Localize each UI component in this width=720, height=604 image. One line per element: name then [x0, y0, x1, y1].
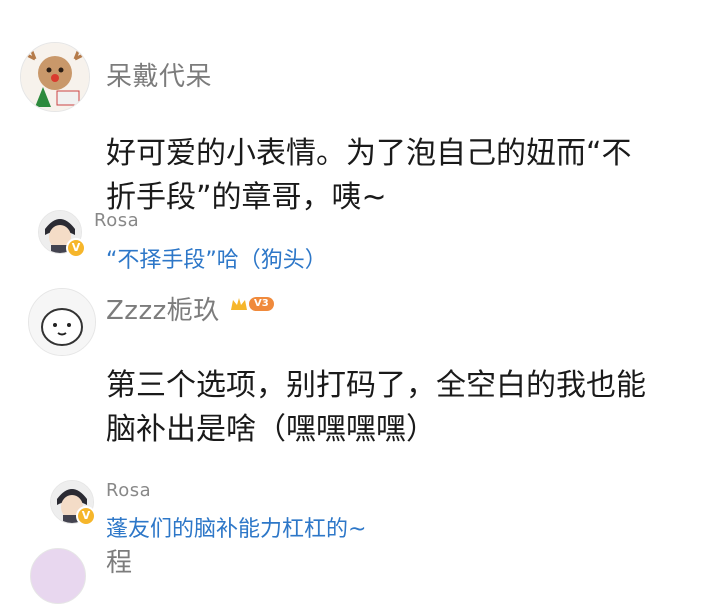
reply-text: “不择手段”哈（狗头） [106, 248, 327, 273]
comment-text-line: 折手段”的章哥，咦~ [106, 180, 387, 215]
level-label: V3 [249, 297, 274, 311]
comment-text-line: 脑补出是啥（嘿嘿嘿嘿） [106, 412, 436, 447]
comment-text-line: 好可爱的小表情。为了泡自己的妞而“不 [106, 136, 632, 171]
verified-badge: V [66, 238, 86, 258]
comment-text-line: 第三个选项，别打码了，全空白的我也能 [106, 368, 646, 403]
reply-username[interactable]: Rosa [106, 480, 151, 501]
reply-username[interactable]: Rosa [94, 210, 139, 231]
reindeer-christmas-avatar-icon[interactable] [20, 42, 90, 112]
cartoon-bunny-avatar-icon[interactable] [28, 288, 96, 356]
avatar-partial[interactable] [30, 548, 86, 604]
verified-badge: V [76, 506, 96, 526]
level-badge: V3 [230, 296, 274, 312]
reply-text: 蓬友们的脑补能力杠杠的~ [106, 517, 367, 542]
comment-username[interactable]: 程 [106, 542, 133, 579]
comment-username[interactable]: Zzzz栀玖 [106, 290, 220, 327]
comment-username[interactable]: 呆戴代呆 [106, 56, 212, 93]
crown-icon [230, 296, 248, 312]
